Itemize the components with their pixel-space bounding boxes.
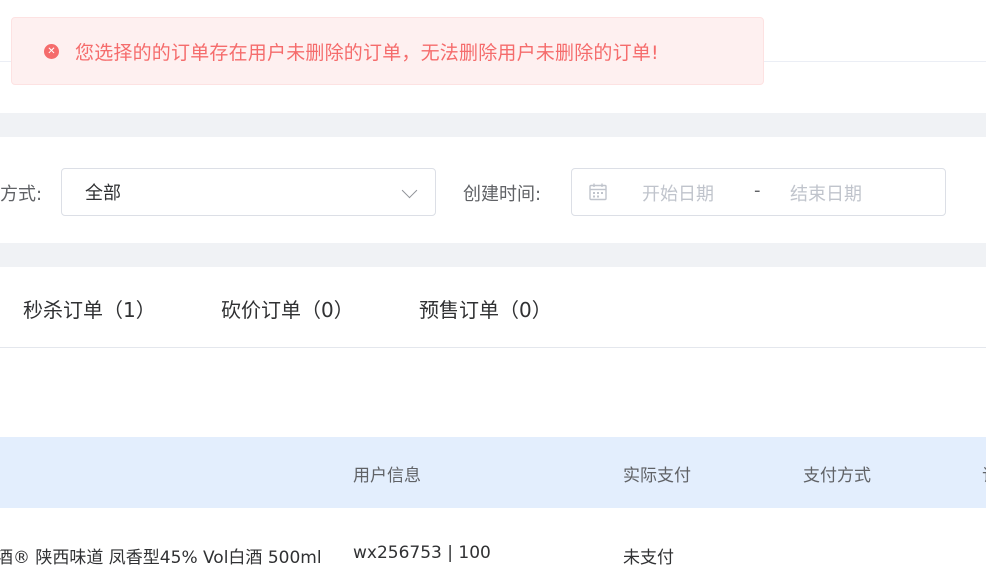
error-alert: ✕ 您选择的的订单存在用户未删除的订单，无法删除用户未删除的订单! [11, 17, 764, 85]
chevron-down-icon [401, 182, 418, 199]
product-name: 酒® 陕西味道 凤香型45% Vol白酒 500ml [0, 548, 322, 568]
date-start-input[interactable]: 开始日期 [642, 180, 714, 206]
pay-method-label: 方式: [0, 184, 43, 205]
column-header-actual-payment: 实际支付 [623, 466, 691, 486]
column-header-order: 订 [982, 461, 986, 486]
user-info: wx256753 | 100 [353, 543, 491, 563]
date-separator: - [754, 180, 761, 201]
date-end-input[interactable]: 结束日期 [790, 180, 862, 206]
section-spacer [0, 243, 986, 267]
column-header-pay-method: 支付方式 [803, 466, 871, 486]
order-management-page: ✕ 您选择的的订单存在用户未删除的订单，无法删除用户未删除的订单! 方式: 全部… [0, 0, 986, 581]
close-circle-icon[interactable]: ✕ [44, 43, 59, 59]
section-spacer [0, 113, 986, 137]
actual-payment: 未支付 [623, 548, 674, 568]
table-header: 用户信息 实际支付 支付方式 订 [0, 437, 986, 508]
date-range-picker[interactable]: 开始日期 - 结束日期 [571, 168, 946, 216]
calendar-icon [589, 183, 607, 201]
table-row[interactable]: 酒® 陕西味道 凤香型45% Vol白酒 500ml wx256753 | 10… [0, 508, 986, 581]
pay-method-select[interactable]: 全部 [61, 168, 436, 216]
tab-presale-orders[interactable]: 预售订单（0） [419, 294, 552, 323]
tab-bargain-orders[interactable]: 砍价订单（0） [221, 294, 354, 323]
tabs-divider [0, 347, 986, 348]
column-header-user-info: 用户信息 [353, 466, 421, 486]
created-time-label: 创建时间: [463, 184, 542, 205]
tab-seckill-orders[interactable]: 秒杀订单（1） [23, 294, 156, 323]
pay-method-value: 全部 [85, 183, 121, 204]
alert-message: 您选择的的订单存在用户未删除的订单，无法删除用户未删除的订单! [75, 41, 659, 64]
